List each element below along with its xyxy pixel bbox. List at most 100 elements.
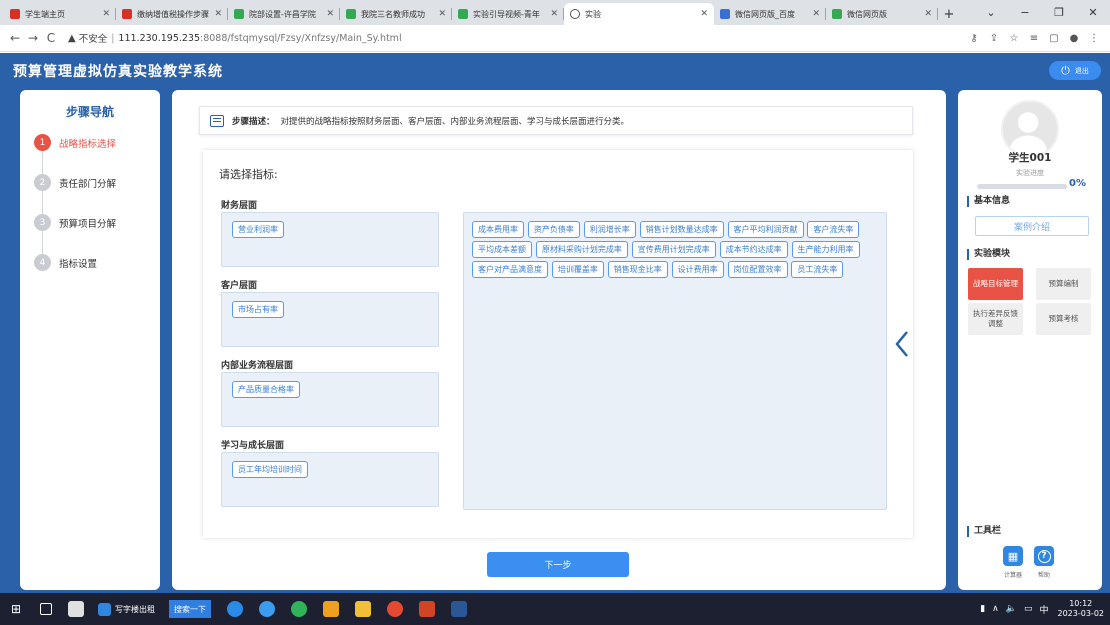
taskbar-browser-item[interactable]: 写字楼出租 xyxy=(98,602,155,616)
category-dropzone[interactable]: 员工年均培训时间 xyxy=(221,452,439,507)
address-actions: ⚷ ⇪ ☆ ≡ ▢ ● ⋮ xyxy=(964,33,1104,44)
module-button[interactable]: 执行差异反馈调整 xyxy=(968,303,1023,335)
maximize-button[interactable]: ❐ xyxy=(1042,6,1076,19)
word-icon[interactable] xyxy=(451,601,467,617)
indicator-chip[interactable]: 原材料采购计划完成率 xyxy=(535,241,628,258)
volume-icon[interactable]: 🔈 xyxy=(1006,604,1017,614)
basic-info-title: 基本信息 xyxy=(967,196,1010,207)
progress-bar xyxy=(977,184,1067,189)
tab-label: 我院三名教师成功 xyxy=(361,9,425,19)
module-button[interactable]: 预算编制 xyxy=(1036,268,1091,300)
app-icon[interactable] xyxy=(68,601,84,617)
module-button[interactable]: 预算考核 xyxy=(1036,303,1091,335)
case-intro-button[interactable]: 案例介绍 xyxy=(975,216,1089,236)
category-label: 内部业务流程层面 xyxy=(221,361,294,371)
category-dropzone[interactable]: 市场占有率 xyxy=(221,292,439,347)
url-input[interactable]: ▲ 不安全 | 111.230.195.235:8088/fstqmysql/F… xyxy=(68,28,964,49)
edge-icon[interactable] xyxy=(227,601,243,617)
forward-icon[interactable]: → xyxy=(24,31,42,45)
tool-button[interactable]: ▦ xyxy=(1003,546,1023,566)
tab-search-icon[interactable]: ⌄ xyxy=(974,6,1008,19)
tab-close-icon[interactable]: ✕ xyxy=(102,9,110,19)
indicator-chip[interactable]: 成本费用率 xyxy=(472,221,524,238)
category-dropzone[interactable]: 营业利润率 xyxy=(221,212,439,267)
indicator-chip[interactable]: 营业利润率 xyxy=(232,221,284,238)
browser-tab[interactable]: 实验 ✕ xyxy=(564,3,714,25)
next-step-button[interactable]: 下一步 xyxy=(487,552,629,577)
tab-close-icon[interactable]: ✕ xyxy=(550,9,558,19)
tab-close-icon[interactable]: ✕ xyxy=(812,9,820,19)
menu-icon[interactable]: ⋮ xyxy=(1084,33,1104,44)
indicator-chip[interactable]: 利润增长率 xyxy=(583,221,636,238)
step-item-1[interactable]: 1 战略指标选择 xyxy=(34,134,116,151)
windows-start-icon[interactable]: ⊞ xyxy=(8,601,24,617)
browser-tab[interactable]: 院部设置-许昌学院 ✕ xyxy=(228,3,340,25)
minimize-button[interactable]: − xyxy=(1008,6,1042,19)
category-dropzone[interactable]: 产品质量合格率 xyxy=(221,372,439,427)
step-label: 预算项目分解 xyxy=(59,218,117,230)
tab-close-icon[interactable]: ✕ xyxy=(438,9,446,19)
browser-tab[interactable]: 缴纳增值税操作步骤 ✕ xyxy=(116,3,228,25)
indicator-chip[interactable]: 客户流失率 xyxy=(807,221,860,238)
split-view-icon[interactable]: ▢ xyxy=(1044,33,1064,44)
step-item-3[interactable]: 3 预算项目分解 xyxy=(34,214,116,231)
indicator-chip[interactable]: 产品质量合格率 xyxy=(232,381,300,398)
tray-expand-icon[interactable]: ∧ xyxy=(992,604,999,614)
app-body: 步骤导航 1 战略指标选择 2 责任部门分解 3 预算项目分解 4 指标设置 步骤描述： 对提… xyxy=(0,88,1110,593)
tab-close-icon[interactable]: ✕ xyxy=(326,9,334,19)
indicator-chip[interactable]: 销售计划数量达成率 xyxy=(639,221,724,238)
reload-icon[interactable]: C xyxy=(42,31,60,45)
browser-tab[interactable]: 微信网页版_百度 ✕ xyxy=(714,3,826,25)
tool-button[interactable]: ? xyxy=(1034,546,1054,566)
clock[interactable]: 10:12 2023-03-02 xyxy=(1058,599,1105,619)
network-icon[interactable]: ▭ xyxy=(1024,604,1033,614)
battery-icon[interactable]: ▮ xyxy=(980,604,985,614)
indicator-chip[interactable]: 资产负债率 xyxy=(527,221,580,238)
indicator-chip[interactable]: 员工流失率 xyxy=(791,261,844,278)
indicator-chip[interactable]: 培训覆盖率 xyxy=(551,261,604,278)
indicator-chip[interactable]: 岗位配置效率 xyxy=(727,261,788,278)
indicator-chip[interactable]: 客户对产品满意度 xyxy=(472,261,548,278)
indicator-chip[interactable]: 设计费用率 xyxy=(671,261,724,278)
browser-tab[interactable]: 微信网页版 ✕ xyxy=(826,3,938,25)
indicator-chip[interactable]: 员工年均培训时间 xyxy=(232,461,308,478)
bookmark-star-icon[interactable]: ☆ xyxy=(1004,33,1024,44)
indicator-chip[interactable]: 客户平均利润贡献 xyxy=(727,221,804,238)
logout-button[interactable]: ⏻ 退出 xyxy=(1049,61,1101,80)
back-icon[interactable]: ← xyxy=(6,31,24,45)
tab-close-icon[interactable]: ✕ xyxy=(700,9,708,19)
ime-indicator[interactable]: 中 xyxy=(1039,603,1048,616)
indicator-chip[interactable]: 销售现金比率 xyxy=(607,261,668,278)
indicator-chip[interactable]: 平均成本差额 xyxy=(472,241,532,258)
360-browser-icon[interactable] xyxy=(291,601,307,617)
reading-list-icon[interactable]: ≡ xyxy=(1024,33,1044,44)
key-icon[interactable]: ⚷ xyxy=(964,33,984,44)
qq-icon[interactable] xyxy=(323,601,339,617)
close-window-button[interactable]: ✕ xyxy=(1076,6,1110,19)
browser-tab[interactable]: 我院三名教师成功 ✕ xyxy=(340,3,452,25)
file-explorer-icon[interactable] xyxy=(355,601,371,617)
tab-favicon-icon xyxy=(122,9,132,19)
indicator-chip[interactable]: 宣传费用计划完成率 xyxy=(631,241,716,258)
browser-tab[interactable]: 学生端主页 ✕ xyxy=(4,3,116,25)
indicator-chip[interactable]: 成本节约达成率 xyxy=(719,241,788,258)
share-icon[interactable]: ⇪ xyxy=(984,33,1004,44)
powerpoint-icon[interactable] xyxy=(419,601,435,617)
new-tab-button[interactable]: + xyxy=(938,3,960,25)
ie-browser-icon[interactable] xyxy=(259,601,275,617)
collapse-arrow-icon[interactable] xyxy=(894,330,910,358)
browser-tab[interactable]: 实验引导视频-青年 ✕ xyxy=(452,3,564,25)
tab-close-icon[interactable]: ✕ xyxy=(924,9,932,19)
chrome-icon[interactable] xyxy=(387,601,403,617)
step-item-2[interactable]: 2 责任部门分解 xyxy=(34,174,116,191)
task-view-icon[interactable] xyxy=(40,603,52,615)
tab-close-icon[interactable]: ✕ xyxy=(214,9,222,19)
indicator-chip[interactable]: 生产能力利用率 xyxy=(791,241,860,258)
module-button[interactable]: 战略目标管理 xyxy=(968,268,1023,300)
clock-date: 2023-03-02 xyxy=(1057,609,1105,618)
indicator-pool[interactable]: 成本费用率 资产负债率 利润增长率 销售计划数量达成率 客户平均利润贡献 客户流… xyxy=(463,212,887,510)
profile-icon[interactable]: ● xyxy=(1064,33,1084,44)
taskbar-search[interactable]: 搜索一下 xyxy=(169,600,211,618)
indicator-chip[interactable]: 市场占有率 xyxy=(232,301,284,318)
step-item-4[interactable]: 4 指标设置 xyxy=(34,254,97,271)
